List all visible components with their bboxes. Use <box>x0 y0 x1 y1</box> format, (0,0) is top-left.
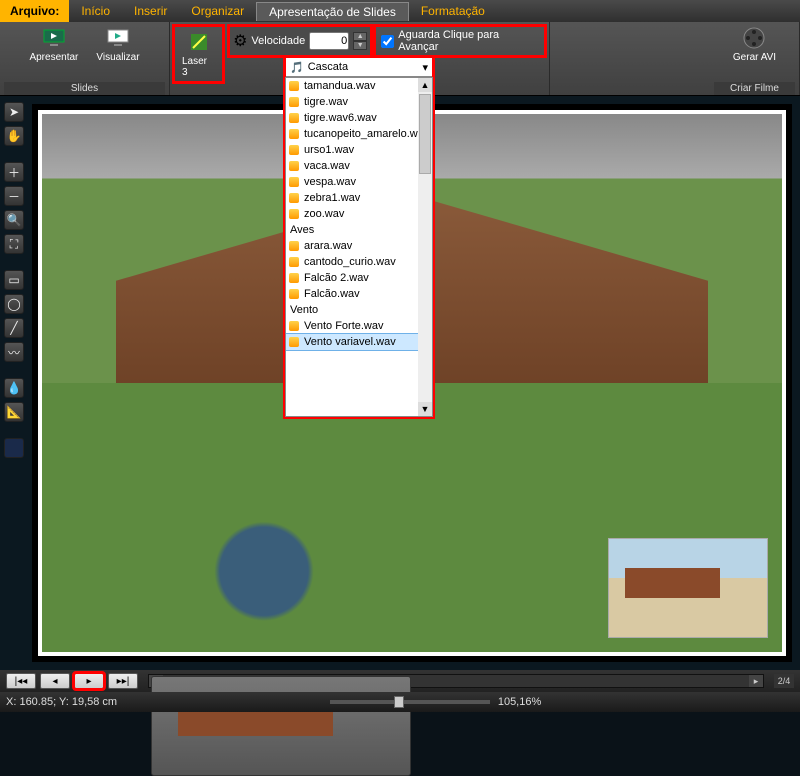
ellipse-tool[interactable]: ◯ <box>4 294 24 314</box>
zoom-control: 105,16% <box>330 696 541 708</box>
speed-icon: ⚙ <box>233 31 247 51</box>
hscroll-thumb[interactable] <box>151 676 411 776</box>
speed-down[interactable]: ▼ <box>353 41 367 50</box>
list-item[interactable]: vaca.wav <box>286 158 418 174</box>
present-button[interactable]: Apresentar <box>29 26 78 63</box>
rect-tool[interactable]: ▭ <box>4 270 24 290</box>
list-item[interactable]: cantodo_curio.wav <box>286 254 418 270</box>
scroll-thumb[interactable] <box>419 94 431 174</box>
color-swatch[interactable] <box>4 438 24 458</box>
laser-button[interactable]: Laser 3 <box>174 26 223 82</box>
zoom-region-tool[interactable]: 🔍 <box>4 210 24 230</box>
nav-first[interactable]: |◂◂ <box>6 673 36 689</box>
nav-last[interactable]: ▸▸| <box>108 673 138 689</box>
laser-icon <box>187 30 211 54</box>
status-bar: X: 160.85; Y: 19,58 cm 105,16% <box>0 692 800 712</box>
wait-click-input[interactable] <box>381 35 394 48</box>
zoom-out-tool[interactable]: － <box>4 186 24 206</box>
horizontal-scrollbar[interactable]: ◂ ▸ <box>148 674 764 688</box>
list-category: Aves <box>286 222 418 238</box>
list-item[interactable]: zebra1.wav <box>286 190 418 206</box>
list-item[interactable]: urso1.wav <box>286 142 418 158</box>
sound-selected: Cascata <box>308 61 348 73</box>
zoom-slider[interactable] <box>330 700 490 704</box>
tab-formatacao[interactable]: Formatação <box>409 2 497 20</box>
nav-play[interactable]: ▸ <box>74 673 104 689</box>
list-item[interactable]: Vento variavel.wav <box>286 334 418 350</box>
list-category: Vento <box>286 302 418 318</box>
scroll-down[interactable]: ▼ <box>418 402 432 416</box>
list-item[interactable]: Falcão.wav <box>286 286 418 302</box>
slide-thumbnail[interactable] <box>608 538 768 638</box>
nav-prev[interactable]: ◂ <box>40 673 70 689</box>
line-tool[interactable]: ╱ <box>4 318 24 338</box>
group-slides-label: Slides <box>4 82 165 95</box>
vertical-toolbar: ➤ ✋ ＋ － 🔍 ⛶ ▭ ◯ ╱ 〰 💧 📐 <box>0 96 28 464</box>
list-item[interactable]: vespa.wav <box>286 174 418 190</box>
measure-tool[interactable]: 📐 <box>4 402 24 422</box>
avi-label: Gerar AVI <box>733 52 776 63</box>
list-item[interactable]: Vento Forte.wav <box>286 318 418 334</box>
sound-select[interactable]: 🎵 Cascata ▾ <box>285 57 433 77</box>
cursor-coordinates: X: 160.85; Y: 19,58 cm <box>6 696 117 708</box>
film-reel-icon <box>742 26 766 50</box>
list-item[interactable]: zoo.wav <box>286 206 418 222</box>
generate-avi-button[interactable]: Gerar AVI <box>733 26 776 63</box>
sound-list: tamandua.wavtigre.wavtigre.wav6.wavtucan… <box>285 77 433 417</box>
navigation-bar: |◂◂ ◂ ▸ ▸▸| ◂ ▸ 2/4 <box>0 670 800 692</box>
list-item[interactable]: tucanopeito_amarelo.wav <box>286 126 418 142</box>
list-scrollbar[interactable]: ▲ ▼ <box>418 78 432 416</box>
select-tool[interactable]: ➤ <box>4 102 24 122</box>
sound-dropdown: 🎵 Cascata ▾ tamandua.wavtigre.wavtigre.wa… <box>285 57 433 417</box>
menubar: Arquivo: Início Inserir Organizar Aprese… <box>0 0 800 22</box>
speed-control: ⚙ Velocidade ▲ ▼ <box>229 26 371 56</box>
list-item[interactable]: tigre.wav <box>286 94 418 110</box>
pan-tool[interactable]: ✋ <box>4 126 24 146</box>
speed-up[interactable]: ▲ <box>353 32 367 41</box>
present-label: Apresentar <box>29 52 78 63</box>
chevron-down-icon: ▾ <box>422 61 428 74</box>
wait-click-label: Aguarda Clique para Avançar <box>398 29 539 53</box>
list-item[interactable]: arara.wav <box>286 238 418 254</box>
ribbon-group-slides: Apresentar Visualizar Slides <box>0 22 170 95</box>
speed-input[interactable] <box>309 32 349 50</box>
zoom-value: 105,16% <box>498 696 541 708</box>
zoom-in-tool[interactable]: ＋ <box>4 162 24 182</box>
scroll-up[interactable]: ▲ <box>418 78 432 92</box>
monitor-play-icon <box>42 26 66 50</box>
visualize-label: Visualizar <box>96 52 139 63</box>
zoom-fit-tool[interactable]: ⛶ <box>4 234 24 254</box>
list-item[interactable]: tamandua.wav <box>286 78 418 94</box>
monitor-preview-icon <box>106 26 130 50</box>
wait-click-checkbox[interactable]: Aguarda Clique para Avançar <box>375 26 545 56</box>
tab-inserir[interactable]: Inserir <box>122 2 179 20</box>
page-indicator: 2/4 <box>774 674 794 688</box>
ribbon-group-movie: Gerar AVI Criar Filme <box>710 22 800 95</box>
visualize-button[interactable]: Visualizar <box>96 26 139 63</box>
sound-icon: 🎵 <box>290 61 304 74</box>
group-movie-label: Criar Filme <box>714 82 795 95</box>
laser-label: Laser 3 <box>182 56 215 78</box>
tab-organizar[interactable]: Organizar <box>179 2 256 20</box>
speed-label: Velocidade <box>251 35 305 47</box>
eyedropper-tool[interactable]: 💧 <box>4 378 24 398</box>
list-item[interactable]: Falcão 2.wav <box>286 270 418 286</box>
tab-inicio[interactable]: Início <box>69 2 122 20</box>
hscroll-right[interactable]: ▸ <box>749 675 763 687</box>
tab-apresentacao[interactable]: Apresentação de Slides <box>256 2 409 21</box>
zoom-knob[interactable] <box>394 696 404 708</box>
list-item[interactable]: tigre.wav6.wav <box>286 110 418 126</box>
curve-tool[interactable]: 〰 <box>4 342 24 362</box>
file-menu[interactable]: Arquivo: <box>0 0 69 22</box>
